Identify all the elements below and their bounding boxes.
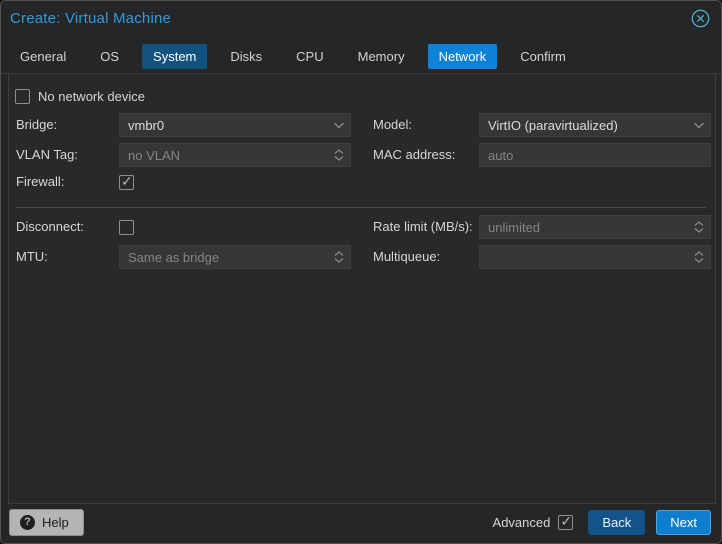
dialog-titlebar: Create: Virtual Machine [1, 1, 721, 39]
close-icon[interactable] [691, 9, 710, 28]
tab-cpu[interactable]: CPU [285, 44, 334, 69]
section-separator [16, 207, 706, 208]
mtu-spinner[interactable] [119, 245, 351, 269]
tab-disks[interactable]: Disks [219, 44, 273, 69]
footer-toolbar: Help Advanced Back Next [1, 502, 721, 543]
model-input[interactable] [480, 114, 688, 136]
no-network-device-checkbox[interactable] [15, 89, 30, 104]
rate-limit-input[interactable] [480, 216, 688, 238]
bridge-combobox[interactable] [119, 113, 351, 137]
back-button[interactable]: Back [588, 510, 646, 535]
disconnect-label: Disconnect: [16, 219, 84, 234]
tab-memory[interactable]: Memory [347, 44, 416, 69]
bridge-label: Bridge: [16, 117, 58, 132]
tab-general[interactable]: General [9, 44, 77, 69]
next-button[interactable]: Next [656, 510, 711, 535]
tab-confirm[interactable]: Confirm [509, 44, 577, 69]
multiqueue-label: Multiqueue: [373, 249, 441, 264]
no-network-device-label: No network device [38, 89, 145, 104]
tab-network[interactable]: Network [427, 43, 498, 69]
dialog-title: Create: Virtual Machine [10, 10, 172, 27]
wizard-tabbar: General OS System Disks CPU Memory Netwo… [1, 39, 721, 74]
firewall-label: Firewall: [16, 174, 65, 189]
mac-address-field[interactable] [479, 143, 711, 167]
help-label: Help [42, 515, 69, 530]
mac-address-label: MAC address: [373, 147, 456, 162]
tab-os[interactable]: OS [89, 44, 130, 69]
spinner-up-down-icon[interactable] [328, 144, 350, 166]
create-vm-dialog: Create: Virtual Machine General OS Syste… [0, 0, 722, 544]
tab-system[interactable]: System [142, 43, 208, 69]
firewall-checkbox[interactable] [119, 173, 134, 190]
bridge-input[interactable] [120, 114, 328, 136]
model-label: Model: [373, 117, 413, 132]
spinner-up-down-icon[interactable] [688, 246, 710, 268]
mtu-input[interactable] [120, 246, 328, 268]
multiqueue-spinner[interactable] [479, 245, 711, 269]
chevron-down-icon[interactable] [328, 114, 350, 136]
mac-address-input[interactable] [480, 144, 710, 166]
network-form-panel: No network device Bridge: Model: VLAN Ta… [8, 74, 716, 504]
help-button[interactable]: Help [9, 509, 84, 536]
vlan-tag-spinner[interactable] [119, 143, 351, 167]
spinner-up-down-icon[interactable] [328, 246, 350, 268]
advanced-checkbox[interactable] [558, 513, 574, 530]
chevron-down-icon[interactable] [688, 114, 710, 136]
question-circle-icon [20, 515, 35, 530]
mtu-label: MTU: [16, 249, 48, 264]
multiqueue-input[interactable] [480, 246, 688, 268]
vlan-tag-input[interactable] [120, 144, 328, 166]
model-combobox[interactable] [479, 113, 711, 137]
disconnect-checkbox[interactable] [119, 220, 134, 235]
vlan-tag-label: VLAN Tag: [16, 147, 78, 162]
advanced-label: Advanced [492, 515, 551, 530]
spinner-up-down-icon[interactable] [688, 216, 710, 238]
rate-limit-label: Rate limit (MB/s): [373, 219, 473, 234]
rate-limit-spinner[interactable] [479, 215, 711, 239]
